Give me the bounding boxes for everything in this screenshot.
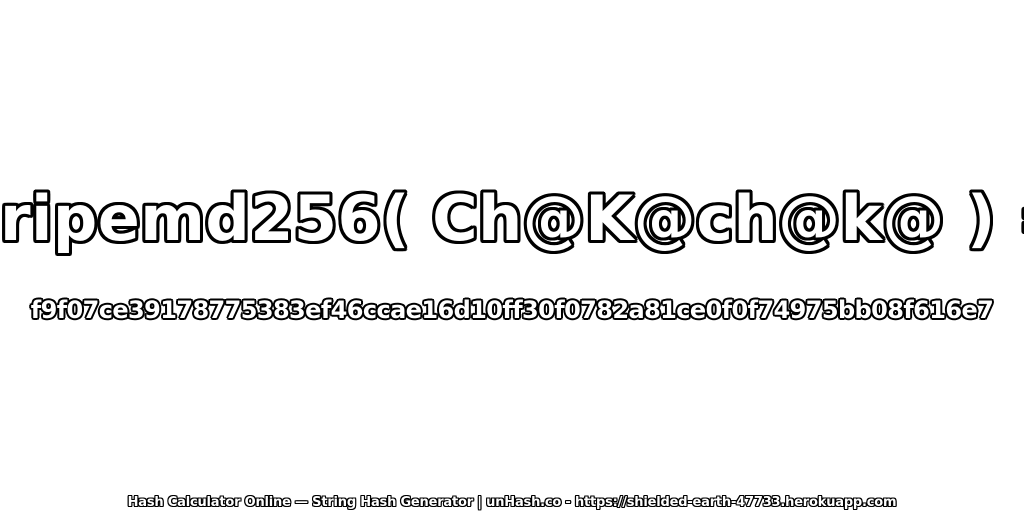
hash-expression-title: ripemd256( Ch@K@ch@k@ ) = xyxy=(0,182,1024,255)
site-attribution-footer: Hash Calculator Online — String Hash Gen… xyxy=(127,495,897,510)
hash-result-value: f9f07ce39178775383ef46ccae16d10ff30f0782… xyxy=(30,296,994,324)
